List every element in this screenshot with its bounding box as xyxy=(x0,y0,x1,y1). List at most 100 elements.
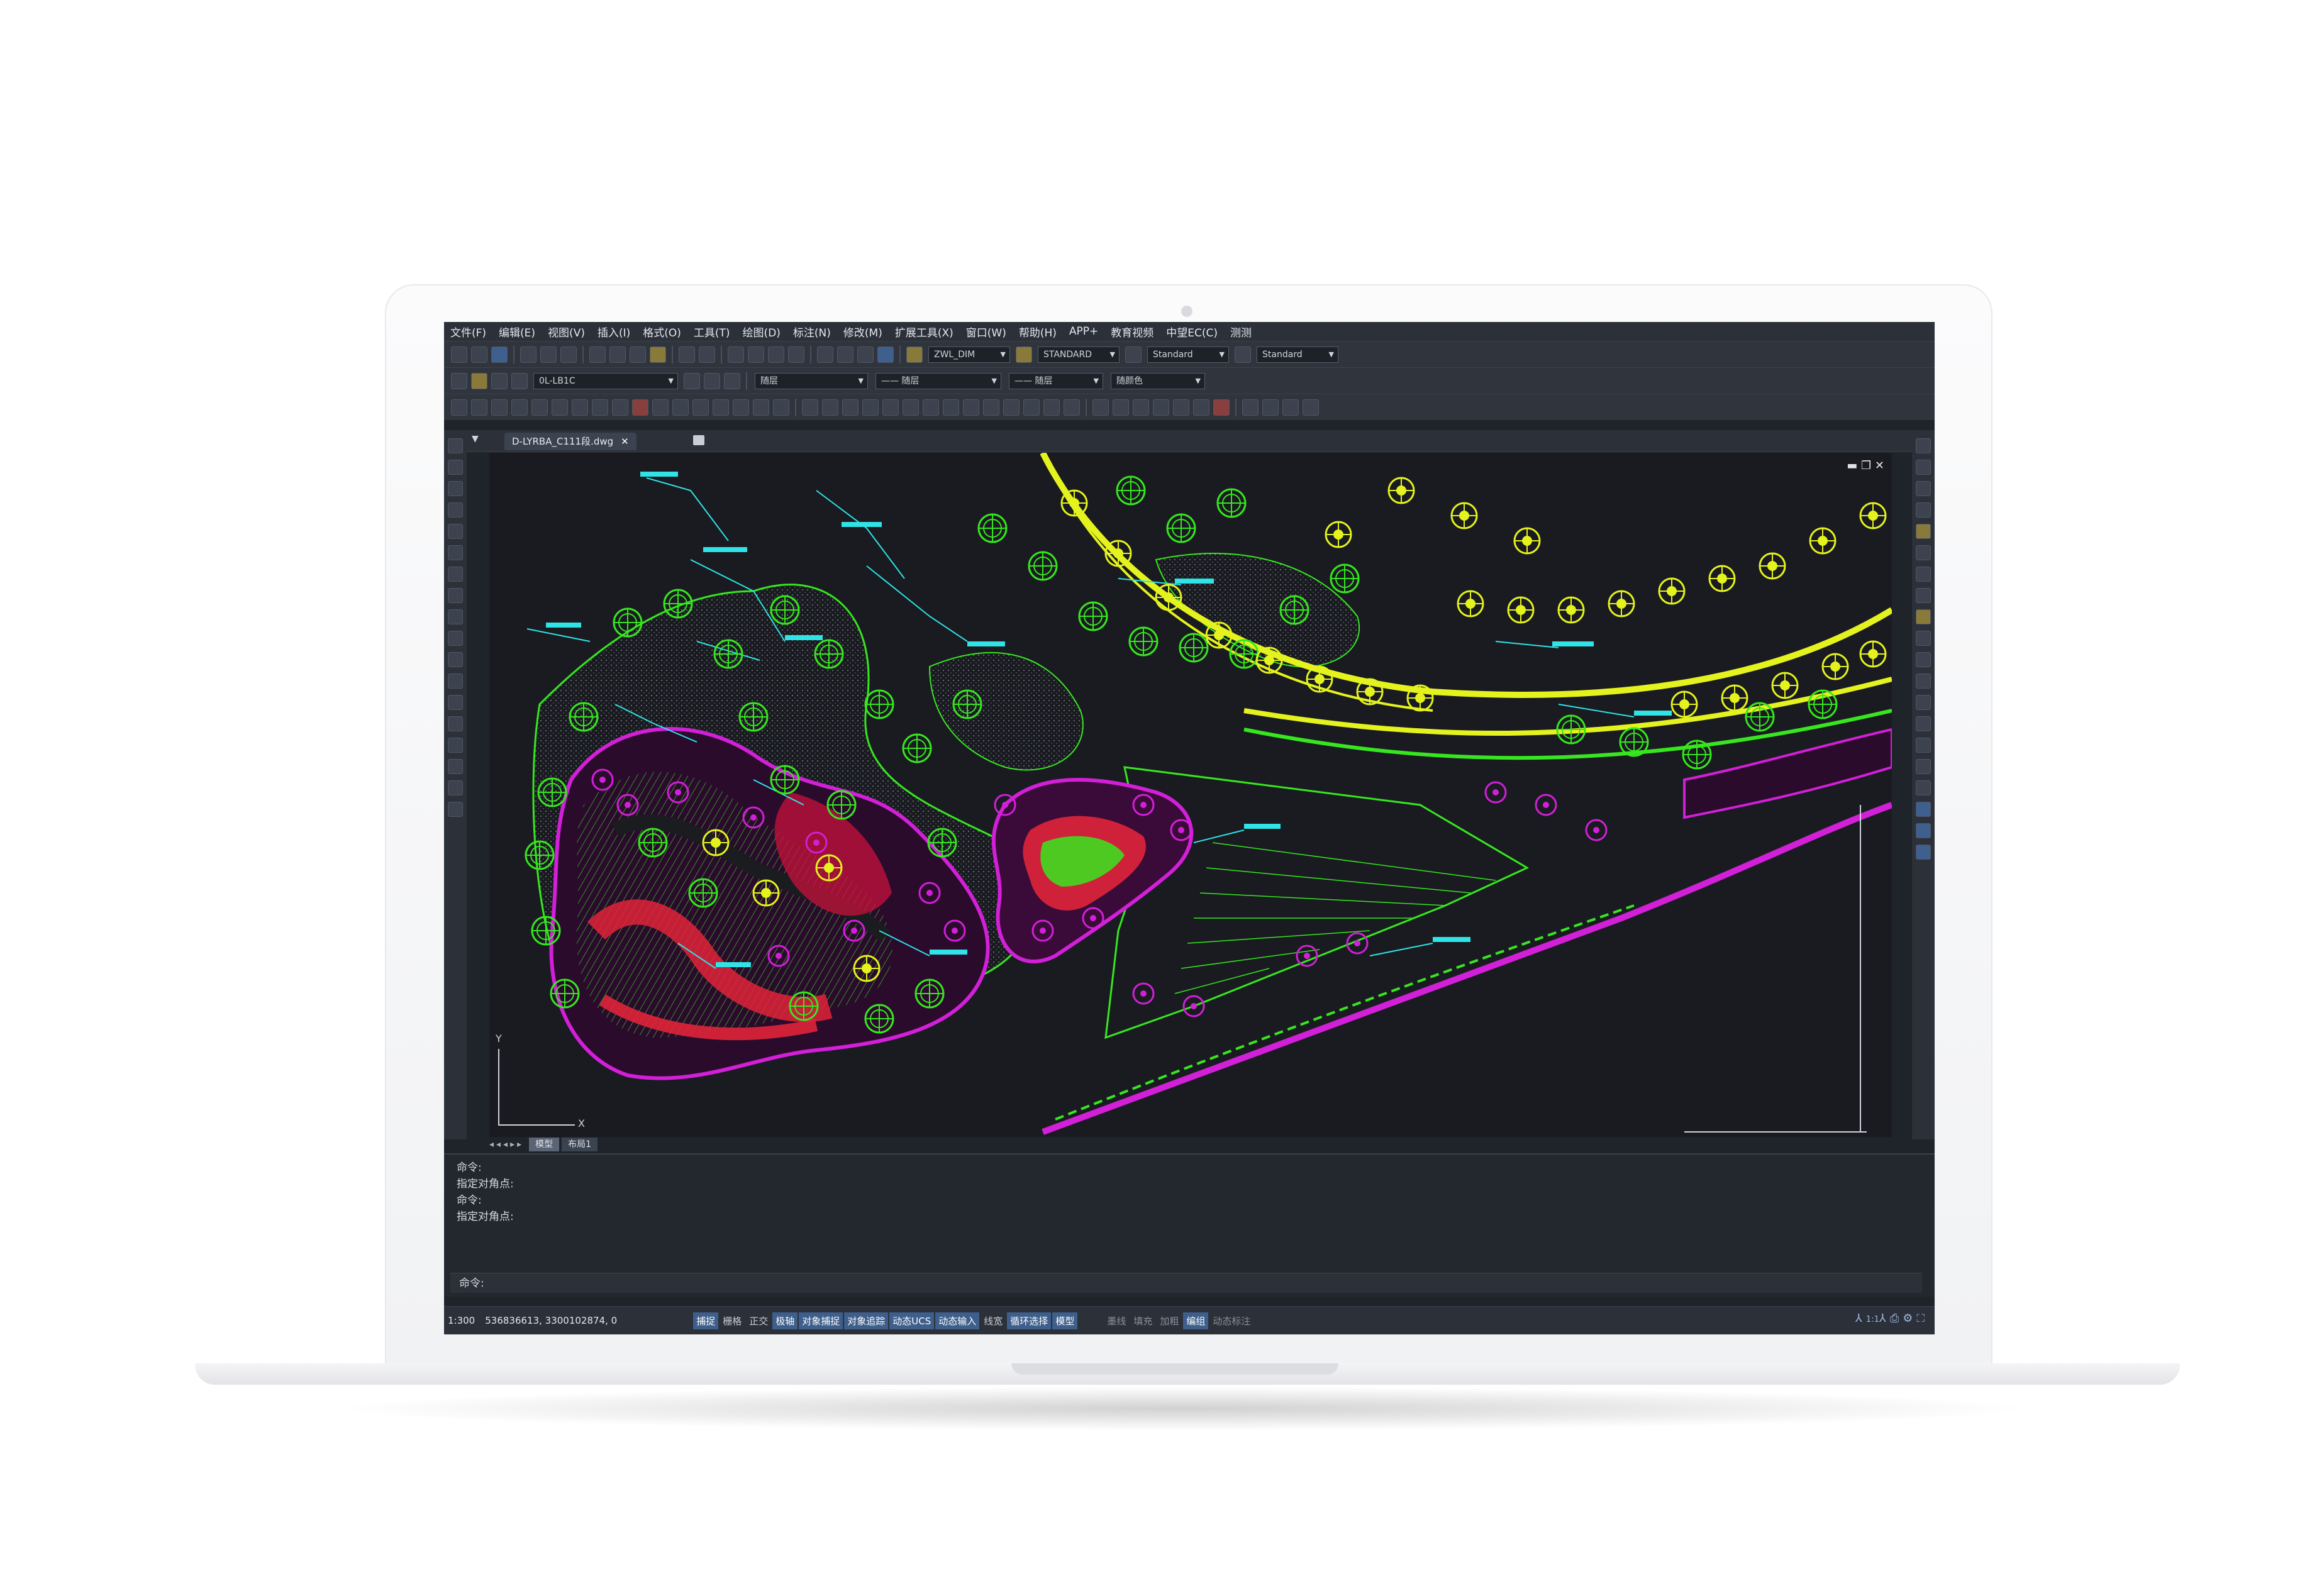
lineweight-toggle[interactable]: 线宽 xyxy=(981,1312,1006,1329)
dim-update-icon[interactable] xyxy=(773,399,789,416)
close-icon[interactable]: ✕ xyxy=(621,436,629,447)
ordinate-dim-icon[interactable] xyxy=(511,399,528,416)
ink-toggle[interactable]: 墨线 xyxy=(1104,1312,1129,1329)
make-block-icon[interactable] xyxy=(448,716,463,731)
restore-icon[interactable]: ❐ xyxy=(1861,459,1871,472)
drawing-canvas[interactable]: ▬ ❐ ✕ Y X xyxy=(489,453,1892,1137)
fill-toggle[interactable]: 填充 xyxy=(1130,1312,1155,1329)
region-icon[interactable] xyxy=(903,399,919,416)
tab-layout1[interactable]: 布局1 xyxy=(562,1138,598,1151)
wipeout-icon[interactable] xyxy=(943,399,959,416)
gradient-icon[interactable] xyxy=(882,399,899,416)
quick-dim-icon[interactable] xyxy=(612,399,628,416)
menu-modify[interactable]: 修改(M) xyxy=(837,324,889,340)
tool-palettes-icon[interactable] xyxy=(857,346,874,363)
multileader-style-select[interactable]: Standard xyxy=(1257,346,1338,363)
publish-icon[interactable] xyxy=(560,346,577,363)
send-back-icon[interactable] xyxy=(1916,845,1931,860)
spline-icon[interactable] xyxy=(448,631,463,646)
extend-icon[interactable] xyxy=(1916,652,1931,667)
menu-tools[interactable]: 工具(T) xyxy=(687,324,736,340)
close-drawing-icon[interactable]: ✕ xyxy=(1875,459,1884,472)
tab-model[interactable]: 模型 xyxy=(529,1138,560,1151)
grid-toggle[interactable]: 栅格 xyxy=(720,1312,745,1329)
copy-icon[interactable] xyxy=(609,346,626,363)
menu-draw[interactable]: 绘图(D) xyxy=(736,324,787,340)
ortho-toggle[interactable]: 正交 xyxy=(746,1312,771,1329)
ellipse-icon[interactable] xyxy=(448,652,463,667)
new-file-icon[interactable] xyxy=(451,346,467,363)
inquiry-distance-icon[interactable] xyxy=(1242,399,1259,416)
menu-zwec[interactable]: 中望EC(C) xyxy=(1160,324,1224,340)
jogged-dim-icon[interactable] xyxy=(552,399,568,416)
group-toggle[interactable]: 编组 xyxy=(1183,1312,1209,1329)
annotation-scale-label[interactable]: 1:1 xyxy=(1866,1315,1879,1324)
break-icon[interactable] xyxy=(1916,673,1931,689)
menu-tutorial-video[interactable]: 教育视频 xyxy=(1104,324,1160,340)
point-draw-icon[interactable] xyxy=(448,738,463,753)
menu-insert[interactable]: 插入(I) xyxy=(591,324,636,340)
menu-measure[interactable]: 测测 xyxy=(1224,324,1258,340)
leader-icon[interactable] xyxy=(672,399,689,416)
trim-icon[interactable] xyxy=(1916,631,1931,646)
construction-line-icon[interactable] xyxy=(448,481,463,496)
mirror-icon[interactable] xyxy=(1916,481,1931,496)
settings-gear-icon[interactable]: ⚙ xyxy=(1903,1312,1916,1325)
select-icon[interactable] xyxy=(448,438,463,453)
menu-format[interactable]: 格式(O) xyxy=(636,324,687,340)
array-icon[interactable] xyxy=(1916,524,1931,539)
ducs-toggle[interactable]: 动态UCS xyxy=(889,1312,935,1329)
single-text-icon[interactable] xyxy=(822,399,838,416)
offset-icon[interactable] xyxy=(1916,502,1931,518)
polyline-icon[interactable] xyxy=(448,502,463,518)
plot-style-select[interactable]: 随颜色 xyxy=(1111,372,1205,389)
radius-dim-icon[interactable] xyxy=(531,399,548,416)
view-icon[interactable] xyxy=(1113,399,1129,416)
point-icon[interactable] xyxy=(1023,399,1040,416)
linetype-select[interactable]: —— 随层 xyxy=(875,372,1001,389)
menu-express-tools[interactable]: 扩展工具(X) xyxy=(889,324,960,340)
continue-dim-icon[interactable] xyxy=(652,399,669,416)
boundary-icon[interactable] xyxy=(923,399,939,416)
chamfer-icon[interactable] xyxy=(1916,716,1931,731)
print-icon[interactable] xyxy=(520,346,536,363)
table-draw-icon[interactable] xyxy=(448,802,463,817)
text-style-select[interactable]: STANDARD xyxy=(1038,346,1120,363)
arc-icon[interactable] xyxy=(448,567,463,582)
purge-icon[interactable] xyxy=(1213,399,1230,416)
new-tab-icon[interactable] xyxy=(693,435,704,445)
linear-dim-icon[interactable] xyxy=(451,399,467,416)
draw-order-icon[interactable] xyxy=(1916,802,1931,817)
list-icon[interactable] xyxy=(1282,399,1299,416)
tolerance-icon[interactable] xyxy=(692,399,709,416)
hatch-icon[interactable] xyxy=(862,399,879,416)
paste-icon[interactable] xyxy=(630,346,646,363)
3d-orbit-icon[interactable] xyxy=(1133,399,1149,416)
hatch-draw-icon[interactable] xyxy=(448,759,463,774)
make-current-icon[interactable] xyxy=(684,372,700,389)
viewport-icon[interactable] xyxy=(1193,399,1209,416)
polar-toggle[interactable]: 极轴 xyxy=(772,1312,798,1329)
annotation-visibility-icon[interactable]: ⅄ xyxy=(1855,1312,1866,1325)
mtext-icon[interactable] xyxy=(802,399,818,416)
line-icon[interactable] xyxy=(448,460,463,475)
menu-edit[interactable]: 编辑(E) xyxy=(492,324,542,340)
bring-front-icon[interactable] xyxy=(1916,823,1931,838)
table-style-select[interactable]: Standard xyxy=(1147,346,1229,363)
baseline-dim-icon[interactable] xyxy=(632,399,648,416)
lineweight-select[interactable]: —— 随层 xyxy=(1009,372,1103,389)
image-icon[interactable] xyxy=(1064,399,1080,416)
snap-toggle[interactable]: 捕捉 xyxy=(693,1312,719,1329)
document-tab[interactable]: D-LYRBA_C111段.dwg ✕ xyxy=(504,433,636,450)
diameter-dim-icon[interactable] xyxy=(572,399,588,416)
match-properties-icon[interactable] xyxy=(650,346,666,363)
locate-point-icon[interactable] xyxy=(1303,399,1319,416)
tab-list-icon[interactable]: ▼ xyxy=(472,434,479,444)
table-icon[interactable] xyxy=(842,399,859,416)
ellipse-arc-icon[interactable] xyxy=(448,673,463,689)
scale-icon[interactable] xyxy=(1916,588,1931,603)
rotate-icon[interactable] xyxy=(1916,567,1931,582)
stretch-icon[interactable] xyxy=(1916,609,1931,624)
join-icon[interactable] xyxy=(1916,695,1931,710)
bold-toggle[interactable]: 加粗 xyxy=(1157,1312,1182,1329)
